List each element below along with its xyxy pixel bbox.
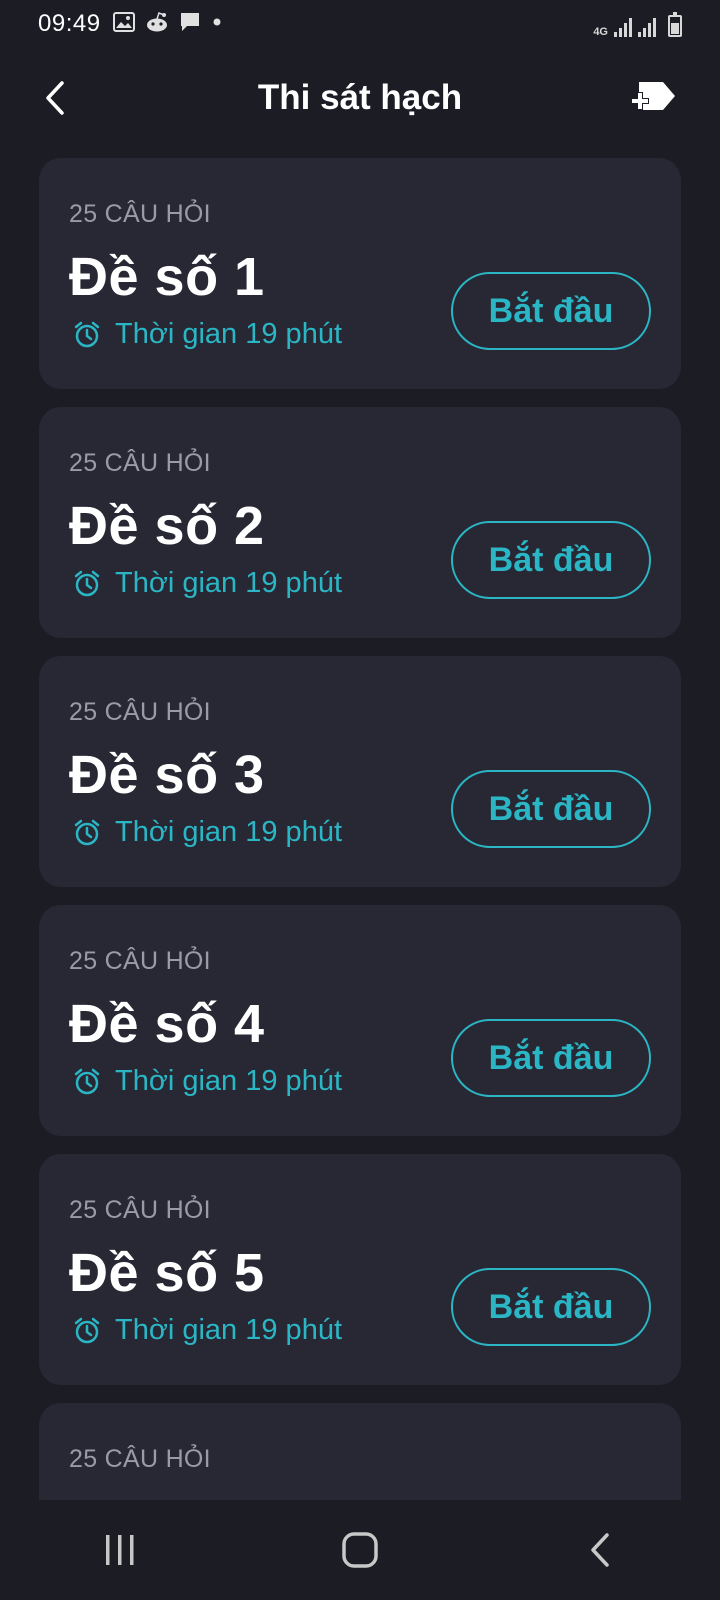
- status-bar: 09:49 4G: [0, 0, 720, 48]
- duration-label: Thời gian 19 phút: [115, 318, 343, 350]
- start-button[interactable]: Bắt đầu: [451, 770, 651, 848]
- alarm-clock-icon: [74, 1068, 100, 1094]
- notification-icons: [112, 11, 223, 38]
- exam-card: 25 CÂU HỎI Đề số 5 Thời gian 19 phút Bắt…: [39, 1154, 681, 1385]
- duration-label: Thời gian 19 phút: [115, 1314, 343, 1346]
- exam-card: 25 CÂU HỎI: [39, 1403, 681, 1500]
- alarm-clock-icon: [74, 819, 100, 845]
- home-icon: [342, 1532, 378, 1568]
- start-button[interactable]: Bắt đầu: [451, 521, 651, 599]
- question-count: 25 CÂU HỎI: [69, 200, 211, 228]
- question-count: 25 CÂU HỎI: [69, 1445, 211, 1473]
- exam-list[interactable]: 25 CÂU HỎI Đề số 1 Thời gian 19 phút Bắt…: [39, 158, 681, 1500]
- dot-icon: [211, 15, 223, 33]
- duration-label: Thời gian 19 phút: [115, 816, 343, 848]
- status-time: 09:49: [38, 10, 101, 37]
- alarm-clock-icon: [74, 321, 100, 347]
- exam-title: Đề số 2: [69, 496, 265, 556]
- system-back-button[interactable]: [540, 1510, 660, 1590]
- exam-duration: Thời gian 19 phút: [73, 1065, 342, 1098]
- alarm-clock-icon: [74, 1317, 100, 1343]
- app-bar: Thi sát hạch: [0, 60, 720, 136]
- question-count: 25 CÂU HỎI: [69, 698, 211, 726]
- duration-label: Thời gian 19 phút: [115, 1065, 343, 1097]
- system-nav-bar: [0, 1500, 720, 1600]
- page-title: Thi sát hạch: [257, 78, 463, 117]
- question-count: 25 CÂU HỎI: [69, 947, 211, 975]
- exam-card: 25 CÂU HỎI Đề số 4 Thời gian 19 phút Bắt…: [39, 905, 681, 1136]
- start-button[interactable]: Bắt đầu: [451, 1019, 651, 1097]
- exam-duration: Thời gian 19 phút: [73, 567, 342, 600]
- recent-apps-icon: [106, 1535, 134, 1565]
- question-count: 25 CÂU HỎI: [69, 449, 211, 477]
- exam-title: Đề số 5: [69, 1243, 265, 1303]
- duration-label: Thời gian 19 phút: [115, 567, 343, 599]
- start-button[interactable]: Bắt đầu: [451, 1268, 651, 1346]
- exam-duration: Thời gian 19 phút: [73, 1314, 342, 1347]
- reddit-icon: [145, 11, 169, 37]
- image-icon: [112, 11, 135, 37]
- exam-title: Đề số 3: [69, 745, 265, 805]
- exam-duration: Thời gian 19 phút: [73, 816, 342, 849]
- exam-title: Đề số 4: [69, 994, 265, 1054]
- home-button[interactable]: [300, 1510, 420, 1590]
- alarm-clock-icon: [74, 570, 100, 596]
- question-count: 25 CÂU HỎI: [69, 1196, 211, 1224]
- signal-icon: [638, 17, 656, 37]
- exam-card: 25 CÂU HỎI Đề số 3 Thời gian 19 phút Bắt…: [39, 656, 681, 887]
- back-icon: [591, 1533, 609, 1567]
- recent-apps-button[interactable]: [60, 1510, 180, 1590]
- network-type: 4G: [593, 26, 608, 38]
- signal-icon: [614, 17, 632, 37]
- status-right: 4G: [593, 11, 682, 38]
- battery-icon: [668, 12, 682, 37]
- message-icon: [179, 11, 201, 38]
- exam-card: 25 CÂU HỎI Đề số 1 Thời gian 19 phút Bắt…: [39, 158, 681, 389]
- status-left: 09:49: [38, 10, 223, 38]
- add-exam-button[interactable]: [628, 74, 680, 122]
- start-button[interactable]: Bắt đầu: [451, 272, 651, 350]
- exam-title: Đề số 1: [69, 247, 265, 307]
- exam-card: 25 CÂU HỎI Đề số 2 Thời gian 19 phút Bắt…: [39, 407, 681, 638]
- add-label-icon: [631, 82, 675, 110]
- exam-duration: Thời gian 19 phút: [73, 318, 342, 351]
